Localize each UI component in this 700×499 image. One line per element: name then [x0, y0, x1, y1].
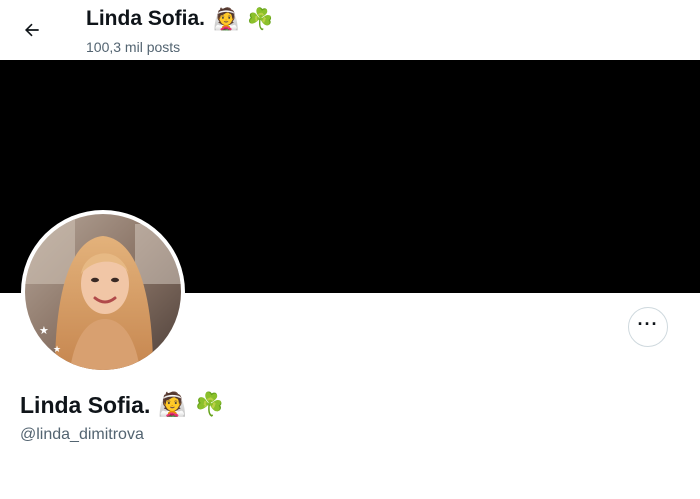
- profile-handle: @linda_dimitrova: [20, 426, 144, 443]
- header-name-text: Linda Sofia.: [86, 7, 206, 30]
- svg-text:★: ★: [39, 324, 49, 337]
- profile-name-text: Linda Sofia.: [20, 392, 151, 418]
- shamrock-emoji-icon: ☘️: [247, 7, 274, 31]
- more-horizontal-icon: ···: [637, 314, 659, 334]
- bride-emoji-icon: 👰: [158, 392, 187, 418]
- shamrock-emoji-icon: ☘️: [194, 392, 224, 418]
- more-options-button[interactable]: ···: [628, 307, 668, 347]
- profile-name: Linda Sofia. 👰 ☘️: [20, 390, 224, 420]
- profile-header-bar: Linda Sofia. 👰 ☘️ 100,3 mil posts: [0, 0, 700, 60]
- post-count: 100,3 mil posts: [86, 39, 181, 55]
- bride-emoji-icon: 👰: [213, 7, 240, 31]
- avatar[interactable]: ★ ★: [21, 210, 185, 374]
- profile-photo: ★ ★: [25, 214, 181, 370]
- svg-text:★: ★: [53, 345, 61, 355]
- arrow-left-icon: [25, 23, 39, 37]
- back-button[interactable]: [14, 12, 50, 48]
- page-title: Linda Sofia. 👰 ☘️: [86, 4, 273, 34]
